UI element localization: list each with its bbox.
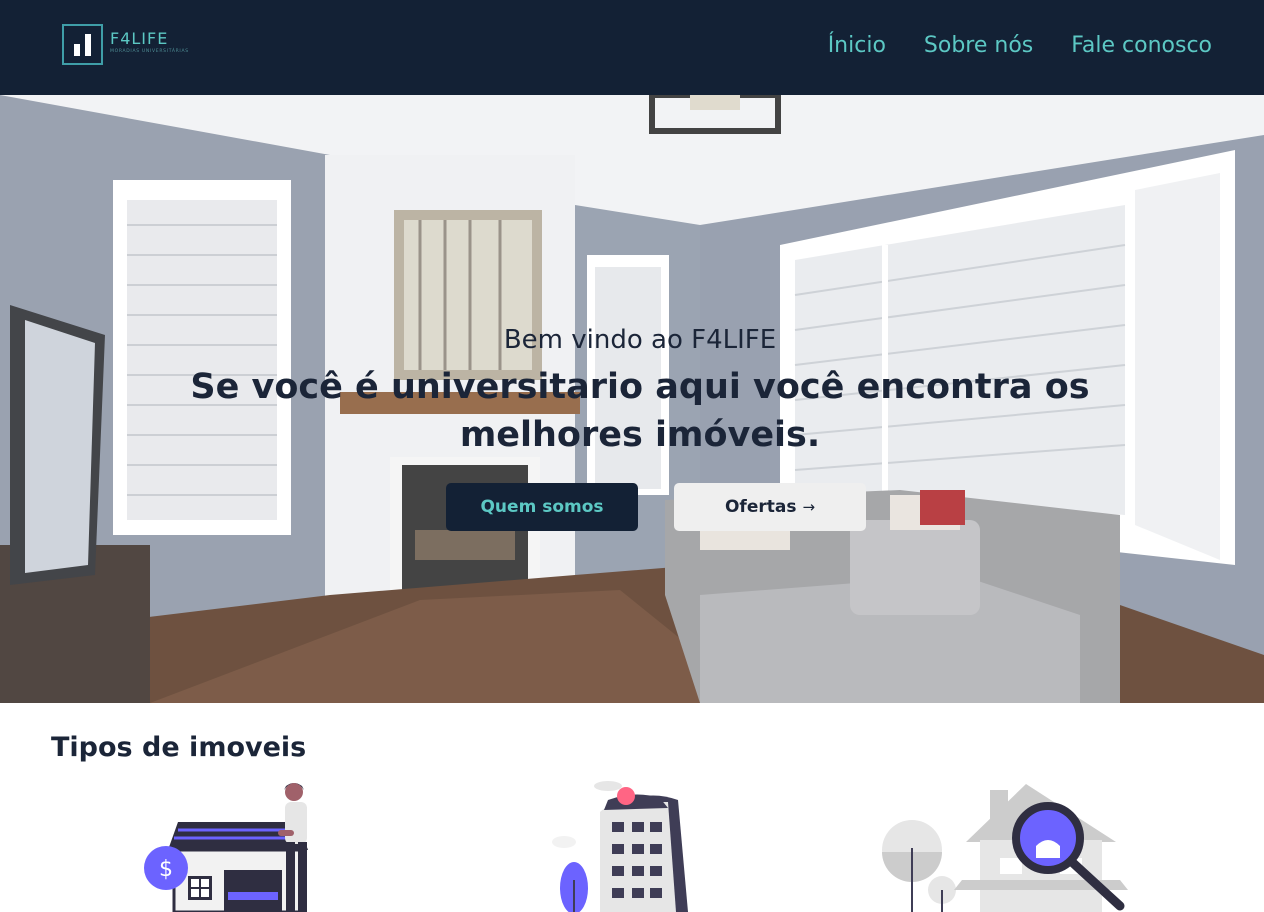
- hero-headline: Se você é universitario aqui você encont…: [190, 367, 1090, 455]
- types-section-title: Tipos de imoveis: [51, 732, 307, 763]
- main-nav: Ínicio Sobre nós Fale conosco: [828, 31, 1212, 61]
- hero-welcome: Bem vindo ao F4LIFE: [503, 325, 777, 355]
- quem-somos-button[interactable]: Quem somos: [446, 483, 638, 531]
- house-for-sale-illustration: $: [144, 783, 308, 912]
- ofertas-button[interactable]: Ofertas →: [674, 483, 866, 531]
- ofertas-label: Ofertas: [724, 497, 797, 517]
- svg-text:$: $: [159, 857, 173, 882]
- site-header: F4LIFE MORADIAS UNIVERSITÁRIAS Ínicio So…: [0, 0, 1264, 95]
- apartment-building-illustration: [552, 781, 688, 912]
- nav-link-fale-conosco[interactable]: Fale conosco: [1071, 31, 1212, 61]
- nav-link-inicio[interactable]: Ínicio: [828, 31, 886, 61]
- logo-title: F4LIFE: [110, 29, 169, 48]
- logo-subtitle: MORADIAS UNIVERSITÁRIAS: [110, 49, 189, 54]
- logo[interactable]: F4LIFE MORADIAS UNIVERSITÁRIAS: [62, 24, 189, 65]
- hero-section: Bem vindo ao F4LIFE Se você é universita…: [0, 95, 1264, 703]
- bar-chart-logo-icon: [62, 24, 103, 65]
- house-search-illustration: [882, 784, 1128, 912]
- arrow-right-icon: →: [802, 498, 816, 516]
- nav-link-sobre-nos[interactable]: Sobre nós: [924, 31, 1033, 61]
- quem-somos-label: Quem somos: [480, 497, 604, 517]
